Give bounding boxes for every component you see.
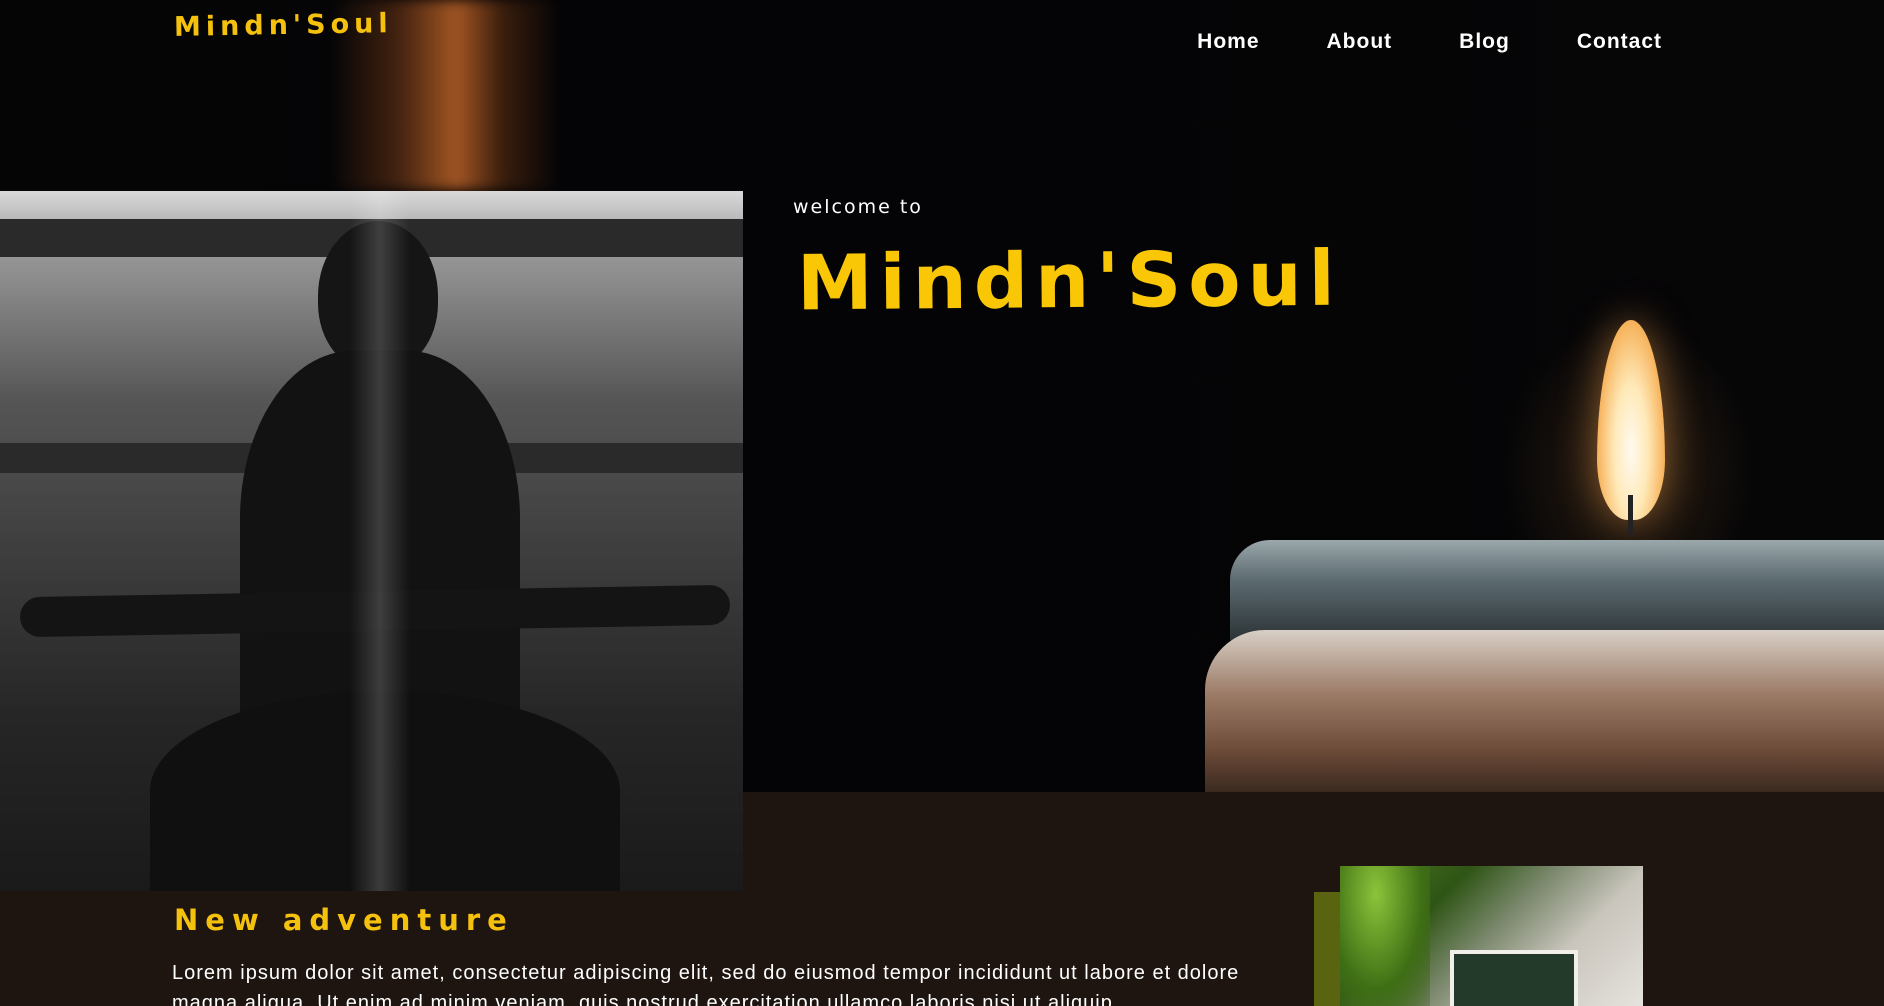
section-title: New adventure xyxy=(174,903,514,937)
main-nav: Home About Blog Contact xyxy=(1130,30,1662,54)
candle-wick xyxy=(1628,495,1633,535)
light-beam xyxy=(350,191,410,891)
candle-pot-rim xyxy=(1230,540,1884,640)
meditation-photo xyxy=(0,191,743,891)
accent-bar xyxy=(1314,892,1340,1006)
nav-about[interactable]: About xyxy=(1327,30,1393,54)
nav-blog[interactable]: Blog xyxy=(1459,30,1510,54)
section-paragraph: Lorem ipsum dolor sit amet, consectetur … xyxy=(172,962,1240,1006)
page: Mindn'Soul Home About Blog Contact welco… xyxy=(0,0,1884,1006)
candle-photo xyxy=(1200,310,1884,792)
house-window xyxy=(1450,950,1578,1006)
house-photo xyxy=(1340,866,1643,1006)
candle-flame xyxy=(1597,320,1665,520)
foreground-leaf xyxy=(1340,866,1430,1006)
nav-contact[interactable]: Contact xyxy=(1577,30,1662,54)
welcome-text: welcome to xyxy=(793,196,923,218)
site-logo[interactable]: Mindn'Soul xyxy=(174,8,393,43)
nav-home[interactable]: Home xyxy=(1197,30,1259,54)
candle-pot-bowl xyxy=(1205,630,1884,792)
